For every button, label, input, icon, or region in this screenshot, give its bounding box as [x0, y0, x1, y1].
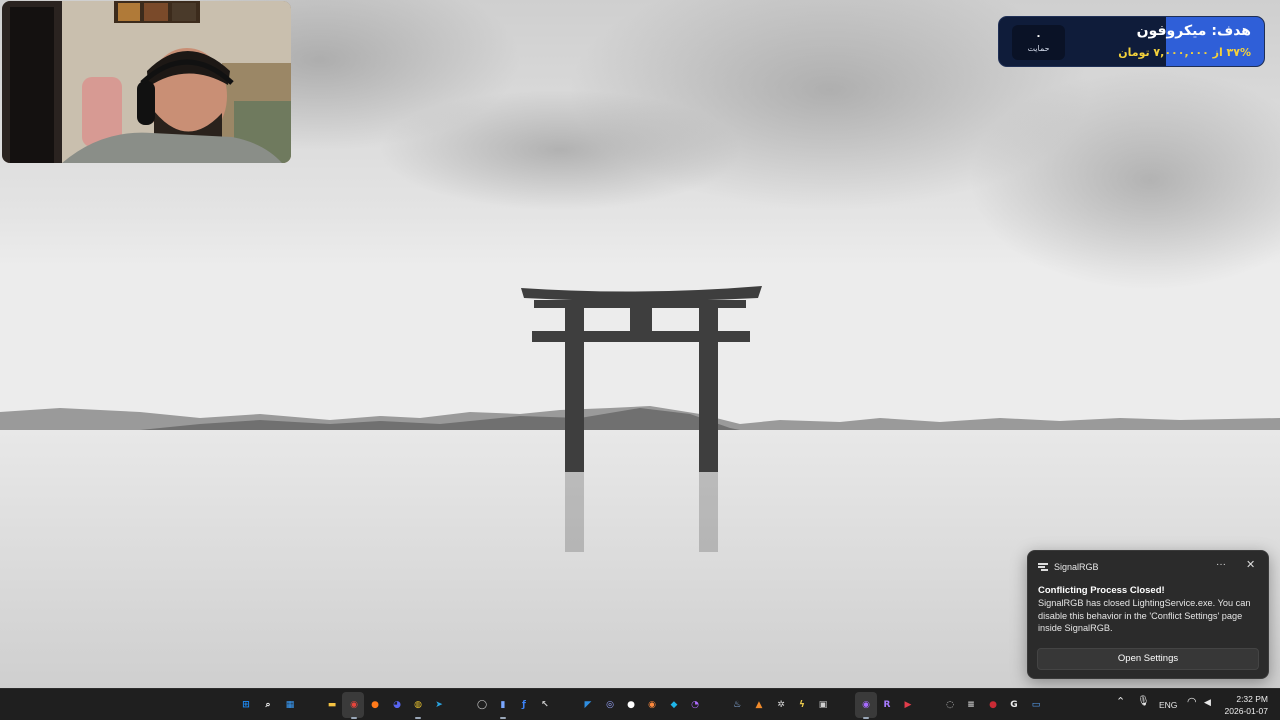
more-options-icon[interactable]: ··· [1216, 559, 1226, 570]
goal-progress-text: ۳۷% از ۷,۰۰۰,۰۰۰ تومان [1118, 46, 1251, 59]
app-circle-icon[interactable]: ◯ [474, 697, 490, 713]
steam-icon[interactable]: ♨ [729, 697, 745, 713]
notification-title: Conflicting Process Closed! [1038, 585, 1165, 596]
notification-app-name: SignalRGB [1054, 562, 1099, 572]
app-red-icon[interactable]: ▶ [900, 697, 916, 713]
tray-monitor-icon[interactable]: ▭ [1028, 697, 1044, 713]
search-icon[interactable]: ⌕ [260, 697, 276, 713]
tray-red-icon[interactable]: ● [985, 697, 1001, 713]
app-blue-icon[interactable]: ◆ [666, 697, 682, 713]
donation-goal-widget: ۰ حمایت هدف: میکروفون ۳۷% از ۷,۰۰۰,۰۰۰ ت… [998, 16, 1265, 67]
app-script-icon[interactable]: ƒ [516, 697, 532, 713]
volume-icon[interactable]: ◀ [1204, 697, 1211, 708]
notification-header: SignalRGB [1038, 560, 1099, 574]
vscode-icon[interactable]: ◤ [580, 697, 596, 713]
app-dark-icon[interactable]: ● [623, 697, 639, 713]
open-settings-button[interactable]: Open Settings [1037, 648, 1259, 670]
cursor-icon[interactable]: ↖ [537, 697, 553, 713]
tray-app-1-icon[interactable]: ◌ [942, 697, 958, 713]
app-gear-icon[interactable]: ✲ [773, 697, 789, 713]
app-purple-icon[interactable]: ◔ [687, 697, 703, 713]
tray-g-icon[interactable]: G [1006, 697, 1022, 713]
stats-icon[interactable]: ▮ [495, 697, 511, 719]
chrome-icon[interactable]: ◉ [346, 697, 362, 719]
firefox-icon[interactable]: ● [367, 697, 383, 713]
file-explorer-icon[interactable]: ▬ [324, 697, 340, 713]
app-orange-icon[interactable]: ◉ [644, 697, 660, 713]
notification-toast[interactable]: SignalRGB ··· ✕ Conflicting Process Clos… [1027, 550, 1269, 679]
webcam-feed [2, 1, 291, 163]
taskbar: ⊞ ⌕ ▦ ▬ ◉ ● ◕ ◍ ➤ ◯ ▮ ƒ ↖ ◤ ◎ ● ◉ ◆ ◔ ♨ ▲ ✲ ϟ ▣ ◉ R ▶ ◌ ≡ ● G ▭ ⌃ 🎙 EN… [0, 688, 1280, 720]
supporter-count-box: ۰ حمایت [1012, 25, 1065, 60]
app-yellow-icon[interactable]: ◍ [410, 697, 426, 719]
discord-icon[interactable]: ◕ [389, 697, 405, 713]
microphone-icon[interactable]: 🎙 [1137, 696, 1150, 707]
app-lightning-icon[interactable]: ϟ [794, 697, 810, 713]
clock[interactable]: 2:32 PM 2026-01-07 [1222, 693, 1268, 717]
notification-body: SignalRGB has closed LightingService.exe… [1038, 598, 1251, 633]
start-icon[interactable]: ⊞ [238, 697, 254, 713]
show-hidden-icons-chevron[interactable]: ⌃ [1116, 695, 1125, 708]
widgets-icon[interactable]: ▦ [282, 697, 298, 713]
obs-icon[interactable]: ◉ [858, 697, 874, 719]
app-dg-icon[interactable]: ▣ [815, 697, 831, 713]
app-r-icon[interactable]: R [879, 697, 895, 713]
supporter-count: ۰ [1035, 29, 1042, 42]
clock-time: 2:32 PM [1236, 694, 1268, 704]
telegram-icon[interactable]: ➤ [431, 697, 447, 713]
tray-signalrgb-icon[interactable]: ≡ [963, 697, 979, 713]
signalrgb-icon [1038, 563, 1048, 571]
app-eye-icon[interactable]: ◎ [602, 697, 618, 713]
app-warning-icon[interactable]: ▲ [751, 697, 767, 713]
close-icon[interactable]: ✕ [1246, 558, 1255, 571]
supporter-label: حمایت [1027, 44, 1050, 53]
goal-title: هدف: میکروفون [1136, 23, 1251, 39]
language-indicator[interactable]: ENG [1159, 700, 1177, 710]
wifi-icon[interactable]: ◠ [1187, 695, 1197, 708]
clock-date: 2026-01-07 [1224, 706, 1268, 716]
